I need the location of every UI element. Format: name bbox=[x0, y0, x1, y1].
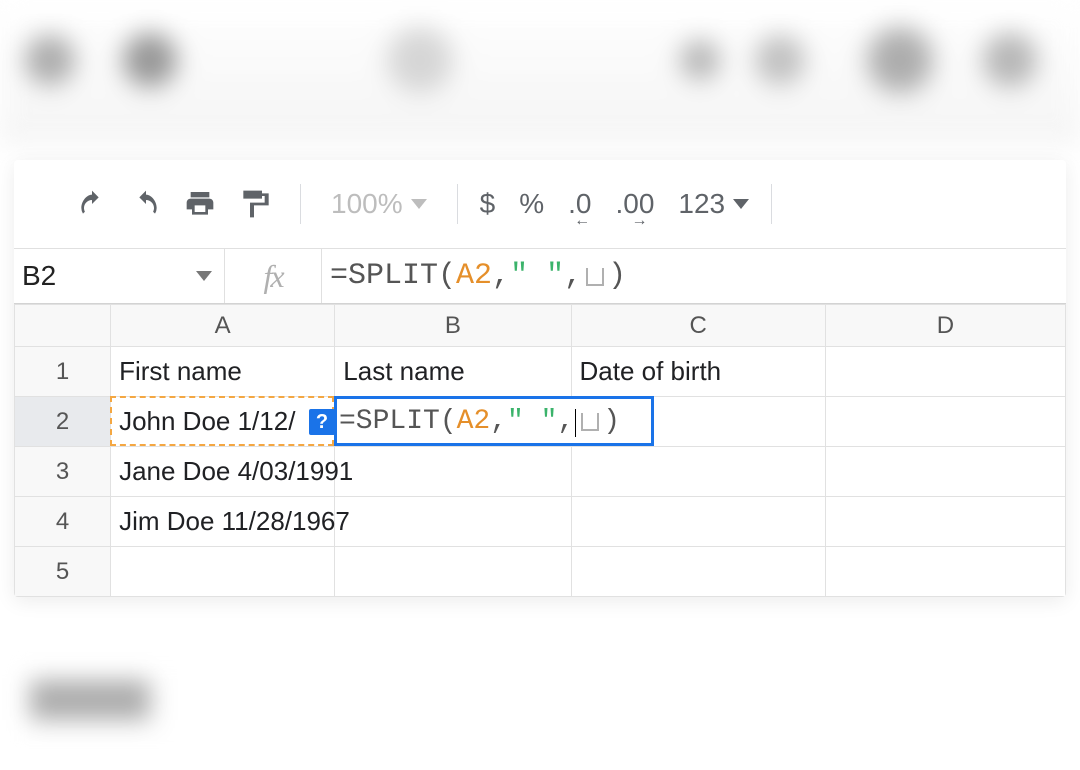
formula-help-badge[interactable]: ? bbox=[309, 409, 335, 435]
row-3: 3 Jane Doe 4/03/1991 bbox=[15, 447, 1066, 497]
argument-placeholder-icon bbox=[581, 413, 599, 431]
column-header-b[interactable]: B bbox=[335, 305, 571, 347]
row-4: 4 Jim Doe 11/28/1967 bbox=[15, 497, 1066, 547]
row-5: 5 bbox=[15, 547, 1066, 597]
toolbar-separator bbox=[771, 184, 772, 224]
text-cursor bbox=[575, 409, 576, 437]
editor-string: " " bbox=[507, 406, 557, 437]
sheet[interactable]: A B C D 1 First name Last name Date of b… bbox=[14, 304, 1066, 597]
formula-close: ) bbox=[608, 259, 626, 293]
editor-comma: , bbox=[557, 406, 574, 437]
row-header-4[interactable]: 4 bbox=[15, 497, 111, 547]
formula-string: " " bbox=[510, 259, 564, 293]
editor-prefix: =SPLIT( bbox=[339, 406, 457, 437]
name-box-value: B2 bbox=[22, 260, 56, 292]
more-formats-dropdown[interactable]: 123 bbox=[678, 188, 749, 220]
formula-ref: A2 bbox=[456, 259, 492, 293]
cell-c4[interactable] bbox=[571, 497, 825, 547]
editor-comma: , bbox=[490, 406, 507, 437]
print-icon bbox=[184, 188, 216, 220]
cell-d1[interactable] bbox=[825, 347, 1065, 397]
zoom-value: 100% bbox=[331, 188, 403, 220]
cell-b4[interactable] bbox=[335, 497, 571, 547]
cell-d3[interactable] bbox=[825, 447, 1065, 497]
print-button[interactable] bbox=[176, 180, 224, 228]
cell-b5[interactable] bbox=[335, 547, 571, 597]
grid-area: A B C D 1 First name Last name Date of b… bbox=[14, 304, 1066, 597]
row-header-3[interactable]: 3 bbox=[15, 447, 111, 497]
cell-c5[interactable] bbox=[571, 547, 825, 597]
cell-b1[interactable]: Last name bbox=[335, 347, 571, 397]
fx-label: fx bbox=[225, 249, 321, 303]
cell-a1[interactable]: First name bbox=[111, 347, 335, 397]
column-header-d[interactable]: D bbox=[825, 305, 1065, 347]
select-all-corner[interactable] bbox=[15, 305, 111, 347]
column-header-row: A B C D bbox=[15, 305, 1066, 347]
editor-ref: A2 bbox=[457, 406, 491, 437]
more-formats-label: 123 bbox=[678, 188, 725, 220]
increase-decimal-button[interactable]: .00 bbox=[615, 188, 654, 220]
undo-button[interactable] bbox=[68, 180, 116, 228]
toolbar: 100% $ % .0 .00 123 bbox=[14, 160, 1066, 248]
formula-bar[interactable]: =SPLIT(A2," ",) bbox=[322, 249, 1066, 303]
paint-format-button[interactable] bbox=[230, 180, 278, 228]
cell-a3[interactable]: Jane Doe 4/03/1991 bbox=[111, 447, 335, 497]
cell-editor[interactable]: ? =SPLIT(A2," ",) bbox=[334, 396, 654, 446]
chevron-down-icon bbox=[196, 271, 212, 281]
cell-a4[interactable]: Jim Doe 11/28/1967 bbox=[111, 497, 335, 547]
name-box[interactable]: B2 bbox=[14, 249, 224, 303]
formula-prefix: =SPLIT( bbox=[330, 259, 456, 293]
row-header-5[interactable]: 5 bbox=[15, 547, 111, 597]
chevron-down-icon bbox=[733, 199, 749, 209]
spreadsheet-panel: 100% $ % .0 .00 123 B2 fx =SPLIT(A2," ",… bbox=[14, 160, 1066, 597]
row-1: 1 First name Last name Date of birth bbox=[15, 347, 1066, 397]
column-header-c[interactable]: C bbox=[571, 305, 825, 347]
cell-a2[interactable]: John Doe 1/12/ bbox=[111, 397, 335, 447]
row-header-2[interactable]: 2 bbox=[15, 397, 111, 447]
cell-c3[interactable] bbox=[571, 447, 825, 497]
argument-placeholder-icon bbox=[586, 268, 604, 286]
editor-close: ) bbox=[603, 406, 620, 437]
chevron-down-icon bbox=[411, 199, 427, 209]
reference-row: B2 fx =SPLIT(A2," ",) bbox=[14, 248, 1066, 304]
column-header-a[interactable]: A bbox=[111, 305, 335, 347]
formula-comma: , bbox=[492, 259, 510, 293]
blurred-window-chrome-bottom bbox=[0, 650, 1080, 770]
number-format-group: $ % .0 .00 123 bbox=[480, 188, 750, 220]
cell-d4[interactable] bbox=[825, 497, 1065, 547]
zoom-dropdown[interactable]: 100% bbox=[323, 188, 435, 220]
undo-icon bbox=[76, 188, 108, 220]
row-header-1[interactable]: 1 bbox=[15, 347, 111, 397]
decrease-decimal-button[interactable]: .0 bbox=[568, 188, 591, 220]
toolbar-separator bbox=[457, 184, 458, 224]
cell-c1[interactable]: Date of birth bbox=[571, 347, 825, 397]
toolbar-separator bbox=[300, 184, 301, 224]
cell-a5[interactable] bbox=[111, 547, 335, 597]
cell-d2[interactable] bbox=[825, 397, 1065, 447]
redo-icon bbox=[130, 188, 162, 220]
cell-d5[interactable] bbox=[825, 547, 1065, 597]
format-currency-button[interactable]: $ bbox=[480, 188, 496, 220]
paint-format-icon bbox=[238, 188, 270, 220]
cell-b3[interactable] bbox=[335, 447, 571, 497]
formula-comma: , bbox=[564, 259, 582, 293]
redo-button[interactable] bbox=[122, 180, 170, 228]
blurred-window-chrome-top bbox=[0, 0, 1080, 145]
format-percent-button[interactable]: % bbox=[519, 188, 544, 220]
